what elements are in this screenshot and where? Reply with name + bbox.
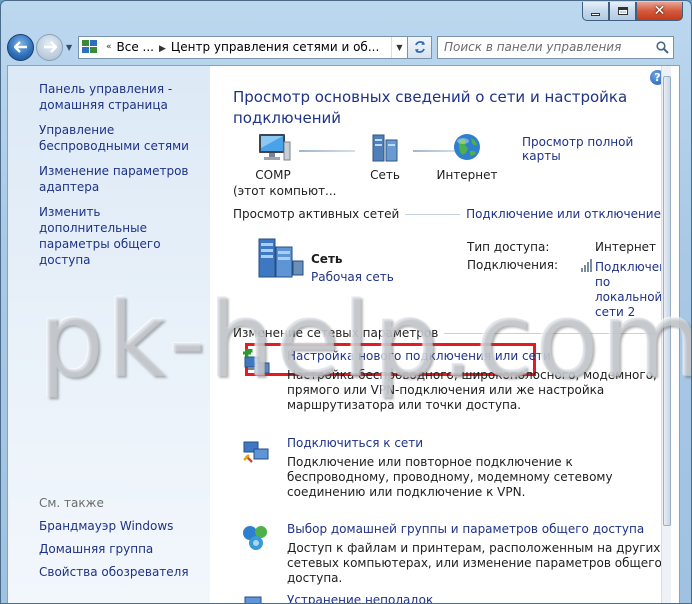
refresh-icon (414, 41, 425, 53)
close-button[interactable]: ✕ (636, 2, 683, 21)
forward-arrow-icon (43, 41, 57, 53)
sidebar-item-internet-options[interactable]: Свойства обозревателя (39, 564, 204, 580)
address-chevron-icon[interactable]: ▶ (159, 44, 166, 54)
globe-icon (454, 134, 480, 160)
main-content: ? Просмотр основных сведений о сети и на… (210, 66, 671, 604)
vertical-scrollbar[interactable] (661, 66, 671, 603)
recent-pages-dropdown[interactable]: ▼ (66, 43, 76, 52)
network-label: Сеть (370, 168, 400, 182)
minimize-icon (591, 12, 600, 16)
back-button[interactable] (7, 33, 34, 61)
access-type-label: Тип доступа: (467, 240, 550, 254)
new-connection-icon[interactable] (241, 349, 271, 379)
left-sidebar: Панель управления - домашняя страница Уп… (8, 66, 210, 603)
sidebar-item-adapter-settings[interactable]: Изменение параметров адаптера (39, 163, 204, 195)
work-network-icon (258, 238, 304, 278)
homegroup-link[interactable]: Выбор домашней группы и параметров общег… (287, 522, 644, 536)
caption-buttons: ✕ (582, 2, 683, 21)
change-settings-label: Изменение сетевых параметров (233, 326, 439, 340)
search-box[interactable] (437, 35, 674, 59)
change-settings-header: Изменение сетевых параметров (233, 326, 661, 340)
new-connection-link[interactable]: Настройка нового подключения или сети (287, 349, 551, 363)
homegroup-description: Доступ к файлам и принтерам, расположенн… (287, 541, 662, 585)
sidebar-item-control-panel-home[interactable]: Панель управления - домашняя страница (39, 81, 204, 113)
network-icon (372, 134, 398, 162)
active-network-name: Сеть (311, 252, 343, 266)
search-input[interactable] (438, 40, 651, 54)
client-area: Панель управления - домашняя страница Уп… (7, 65, 691, 604)
map-node-internet[interactable]: Интернет (427, 132, 507, 183)
connect-network-icon[interactable] (241, 436, 271, 466)
window-frame: ✕ ▼ « Все ... ▶ Центр управления сетями и … (0, 0, 692, 604)
computer-icon (259, 134, 291, 161)
troubleshoot-link[interactable]: Устранение неполадок (287, 593, 433, 603)
refresh-button[interactable] (408, 35, 432, 59)
network-map: COMP (этот компьют... Сеть Интернет (227, 132, 517, 202)
navigation-bar: ▼ « Все ... ▶ Центр управления сетями и об… (7, 31, 685, 63)
network-center-icon (79, 37, 101, 58)
divider (444, 332, 655, 334)
local-connection-link[interactable]: Подключение по локальной сети 2 (595, 260, 671, 320)
connect-network-link[interactable]: Подключиться к сети (287, 436, 423, 450)
address-bar[interactable]: « Все ... ▶ Центр управления сетями и об..… (78, 35, 408, 59)
maximize-button[interactable] (609, 2, 636, 21)
sidebar-see-also: См. также Брандмауэр Windows Домашняя гр… (39, 496, 204, 587)
access-type-value: Интернет (595, 240, 657, 254)
connect-disconnect-link[interactable]: Подключение или отключение (466, 207, 661, 221)
computer-subtitle: (этот компьют... (233, 184, 337, 198)
connect-network-description: Подключение или повторное подключение к … (287, 455, 613, 499)
active-network-entry: Сеть Рабочая сеть Тип доступа: Интернет … (233, 238, 671, 320)
search-icon[interactable] (651, 37, 673, 58)
divider (405, 213, 461, 215)
homegroup-icon[interactable] (241, 522, 271, 552)
address-part-center[interactable]: Центр управления сетями и об... (171, 40, 379, 54)
sidebar-item-advanced-sharing[interactable]: Изменить дополнительные параметры общего… (39, 204, 204, 268)
maximize-icon (617, 7, 628, 15)
troubleshoot-icon[interactable] (241, 593, 271, 604)
minimize-button[interactable] (582, 2, 609, 21)
sidebar-item-firewall[interactable]: Брандмауэр Windows (39, 518, 204, 534)
new-connection-description: Настройка беспроводного, широкополосного… (287, 368, 657, 412)
computer-name: COMP (255, 168, 291, 182)
connections-label: Подключения: (467, 258, 559, 272)
close-icon: ✕ (653, 3, 666, 19)
forward-button[interactable] (36, 33, 63, 61)
network-type-link[interactable]: Рабочая сеть (311, 270, 394, 284)
internet-label: Интернет (436, 168, 498, 182)
address-dropdown-icon[interactable]: ▼ (391, 36, 407, 58)
address-path[interactable]: Все ... ▶ Центр управления сетями и об... (117, 40, 391, 54)
map-node-computer[interactable]: COMP (этот компьют... (233, 132, 337, 199)
scrollbar-thumb[interactable] (663, 76, 671, 526)
connection-signal-icon (581, 259, 592, 272)
page-title: Просмотр основных сведений о сети и наст… (233, 88, 628, 127)
see-also-heading: См. также (39, 496, 104, 510)
map-node-network[interactable]: Сеть (345, 132, 425, 183)
address-part-all[interactable]: Все ... (117, 40, 154, 54)
back-arrow-icon (13, 41, 27, 53)
active-networks-header: Просмотр активных сетей Подключение или … (233, 207, 661, 221)
sidebar-item-wireless-networks[interactable]: Управление беспроводными сетями (39, 122, 204, 154)
sidebar-tasks: Панель управления - домашняя страница Уп… (39, 81, 204, 277)
address-chevron-icon[interactable]: « (106, 42, 112, 52)
sidebar-item-homegroup[interactable]: Домашняя группа (39, 541, 204, 557)
full-map-link[interactable]: Просмотр полной карты (522, 135, 671, 163)
active-networks-label: Просмотр активных сетей (233, 207, 400, 221)
